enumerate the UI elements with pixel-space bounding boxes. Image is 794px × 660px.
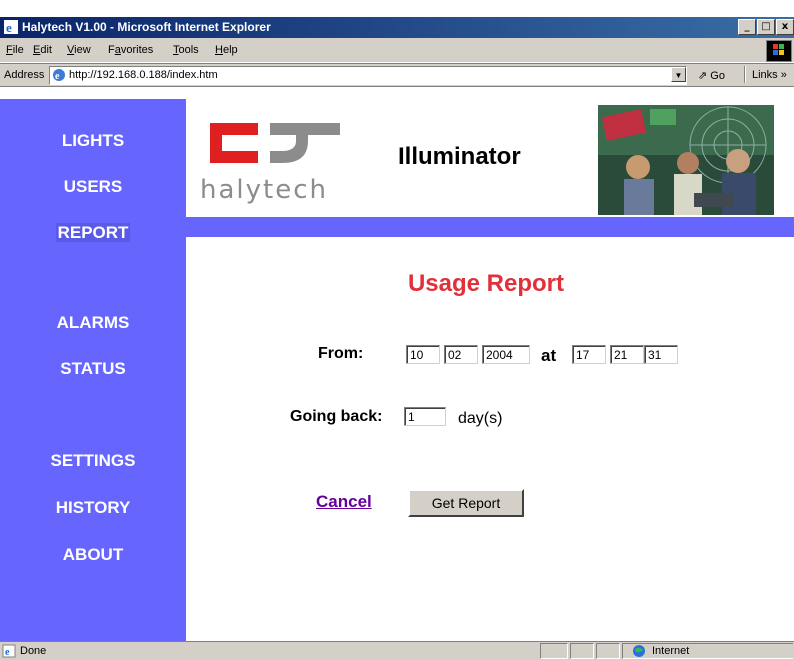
logo-text: halytech [200, 175, 328, 205]
svg-text:e: e [55, 71, 60, 82]
close-button[interactable]: x [776, 19, 794, 35]
page-icon: e [53, 69, 65, 82]
from-hour-input[interactable] [572, 345, 606, 364]
app-title: Illuminator [398, 143, 521, 170]
links-button[interactable]: Links » [752, 69, 787, 81]
internet-zone-icon [633, 645, 645, 657]
from-day-input[interactable] [406, 345, 440, 364]
at-label: at [541, 346, 557, 365]
security-zone-text: Internet [652, 645, 690, 657]
internet-explorer-icon: e [4, 20, 18, 34]
going-back-input[interactable] [404, 407, 446, 426]
from-second-input[interactable] [644, 345, 678, 364]
sidebar-item-history[interactable]: HISTORY [0, 498, 186, 518]
get-report-button[interactable]: Get Report [408, 489, 524, 517]
sidebar-item-about[interactable]: ABOUT [0, 545, 186, 565]
address-url: http://192.168.0.188/index.htm [69, 69, 218, 81]
sidebar-item-alarms[interactable]: ALARMS [0, 313, 186, 333]
header-divider-band [186, 217, 794, 237]
address-label: Address [4, 69, 45, 81]
menu-edit[interactable]: Edit [33, 44, 52, 56]
from-label: From: [318, 345, 364, 362]
maximize-button[interactable]: □ [757, 19, 775, 35]
menu-help[interactable]: Help [215, 44, 238, 56]
minimize-button[interactable]: _ [738, 19, 756, 35]
from-year-input[interactable] [482, 345, 530, 364]
page-done-icon: e [2, 644, 16, 658]
sidebar-item-status[interactable]: STATUS [0, 359, 186, 379]
sidebar-item-report[interactable]: REPORT [0, 223, 186, 243]
halytech-logo [210, 123, 340, 163]
menu-view[interactable]: View [67, 44, 91, 56]
going-back-label: Going back: [290, 408, 383, 425]
go-arrow-icon: ⇗ [698, 70, 708, 82]
menu-bar: File Edit View Favorites Tools Help [0, 38, 794, 63]
sidebar-nav: LIGHTS USERS REPORT ALARMS STATUS SETTIN… [0, 99, 186, 641]
from-minute-input[interactable] [610, 345, 644, 364]
sidebar-item-lights[interactable]: LIGHTS [0, 131, 186, 151]
status-bar: e Done Internet [0, 641, 794, 660]
menu-favorites[interactable]: Favorites [108, 44, 153, 56]
page-header: halytech Illuminator [186, 99, 794, 217]
from-month-input[interactable] [444, 345, 478, 364]
menu-file[interactable]: File [6, 44, 24, 56]
status-text: Done [20, 645, 47, 657]
address-input[interactable]: e http://192.168.0.188/index.htm ▼ [49, 66, 687, 85]
window-title: Halytech V1.00 - Microsoft Internet Expl… [22, 20, 271, 34]
svg-text:e: e [6, 20, 12, 34]
window-title-bar: e Halytech V1.00 - Microsoft Internet Ex… [0, 17, 794, 38]
svg-text:e: e [5, 647, 10, 658]
sidebar-item-users[interactable]: USERS [0, 177, 186, 197]
cancel-link[interactable]: Cancel [316, 492, 372, 512]
page-title: Usage Report [407, 270, 565, 297]
going-back-unit: day(s) [458, 410, 503, 427]
header-photo [598, 105, 774, 215]
go-button[interactable]: ⇗ Go [698, 69, 725, 82]
chevron-down-icon[interactable]: ▼ [671, 67, 686, 82]
address-bar: Address e http://192.168.0.188/index.htm… [0, 63, 794, 87]
windows-logo-icon [766, 40, 792, 62]
menu-tools[interactable]: Tools [173, 44, 199, 56]
sidebar-item-settings[interactable]: SETTINGS [0, 451, 186, 471]
